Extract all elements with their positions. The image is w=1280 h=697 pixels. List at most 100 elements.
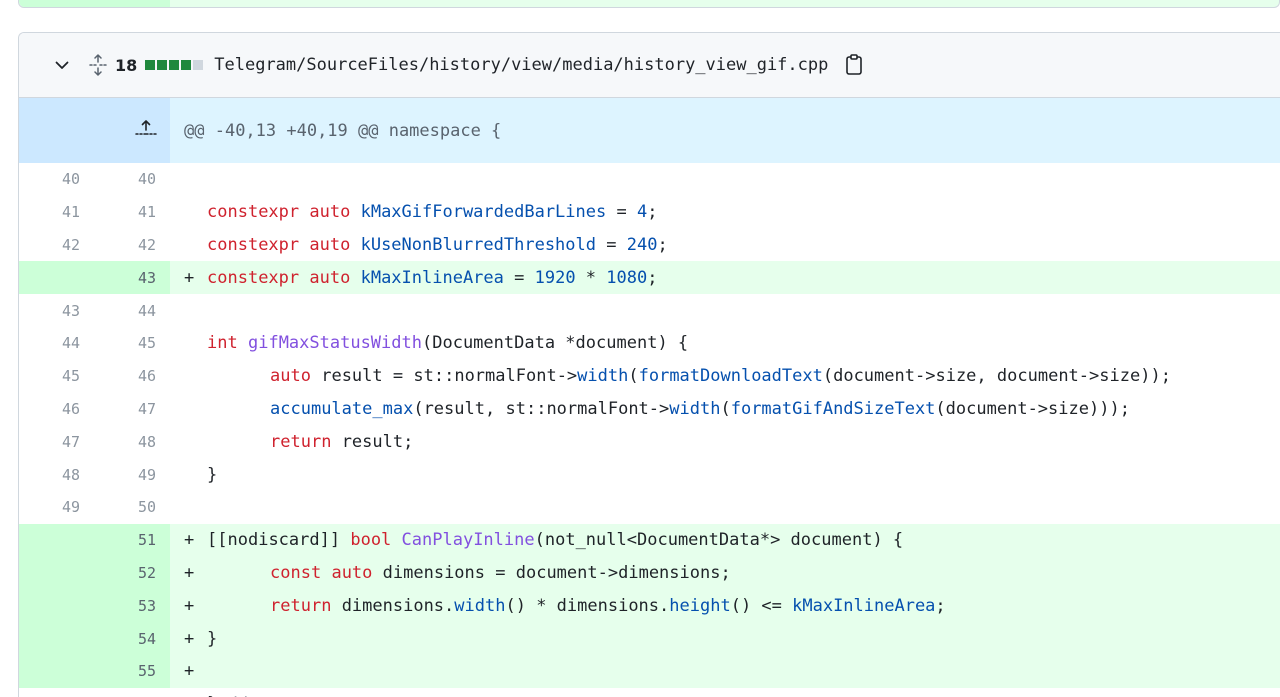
code-text: const auto dimensions = document->dimens… bbox=[270, 562, 731, 583]
new-line-number[interactable]: 52 bbox=[94, 556, 171, 590]
copy-icon[interactable] bbox=[842, 53, 866, 77]
context-line-row: 48 49} bbox=[19, 458, 1280, 491]
diff-marker: + bbox=[184, 267, 195, 288]
file-header: 18 Telegram/SourceFiles/history/view/med… bbox=[19, 33, 1280, 98]
old-line-number[interactable] bbox=[19, 589, 94, 623]
diffstat-block bbox=[193, 60, 204, 70]
diff-marker: + bbox=[184, 628, 195, 649]
code-line: } // namespace bbox=[170, 688, 1280, 697]
context-line-row: 44 45 int gifMaxStatusWidth(DocumentData *… bbox=[19, 327, 1280, 360]
code-line: + constexpr auto kMaxInlineArea = 1920 * … bbox=[170, 261, 1280, 295]
new-line-number[interactable]: 50 bbox=[94, 491, 170, 524]
diffstat-count: 18 bbox=[115, 55, 138, 75]
code-text: [[nodiscard]] bool CanPlayInline(not_nul… bbox=[207, 530, 904, 551]
code-text: int gifMaxStatusWidth(DocumentData *docu… bbox=[207, 333, 689, 354]
old-line-number[interactable] bbox=[19, 622, 94, 655]
added-line-row: 53 + return dimensions.width() * dimension… bbox=[19, 589, 1280, 623]
added-line-row: 55 + bbox=[19, 654, 1280, 688]
old-line-number[interactable]: 40 bbox=[19, 163, 94, 196]
context-line-row: 43 44 bbox=[19, 294, 1280, 327]
new-line-number[interactable]: 47 bbox=[94, 393, 170, 426]
new-line-number[interactable]: 43 bbox=[94, 261, 171, 295]
diff-marker: + bbox=[184, 530, 195, 551]
diffstat-block bbox=[145, 60, 156, 70]
added-line-row: 51 + [[nodiscard]] bool CanPlayInline(not_… bbox=[19, 523, 1280, 557]
code-text: return dimensions.width() * dimensions.h… bbox=[270, 595, 946, 616]
new-line-number[interactable]: 46 bbox=[94, 360, 170, 393]
old-line-number[interactable]: 45 bbox=[19, 360, 94, 393]
added-line-row: 54 +} bbox=[19, 622, 1280, 655]
code-line: return result; bbox=[170, 425, 1280, 458]
code-line bbox=[170, 294, 1280, 327]
expand-up-icon[interactable] bbox=[134, 118, 158, 138]
new-line-number[interactable]: 41 bbox=[94, 196, 170, 229]
new-line-number[interactable]: 48 bbox=[94, 425, 170, 458]
unfold-icon[interactable] bbox=[85, 52, 111, 78]
code-text: return result; bbox=[270, 431, 414, 452]
new-line-number[interactable]: 51 bbox=[94, 523, 171, 557]
old-line-number[interactable]: 49 bbox=[19, 491, 94, 524]
diffstat-block bbox=[157, 60, 168, 70]
old-line-number[interactable]: 44 bbox=[19, 327, 94, 360]
code-line bbox=[170, 491, 1280, 524]
code-line: } bbox=[170, 458, 1280, 491]
new-line-number[interactable]: 56 bbox=[94, 688, 170, 697]
expand-up-button[interactable] bbox=[19, 98, 171, 163]
file-path[interactable]: Telegram/SourceFiles/history/view/media/… bbox=[214, 55, 828, 75]
code-text: constexpr auto kMaxGifForwardedBarLines … bbox=[207, 202, 658, 223]
code-line: +} bbox=[170, 622, 1280, 655]
diff-marker: + bbox=[184, 562, 195, 583]
new-line-number[interactable]: 54 bbox=[94, 622, 171, 655]
new-line-number[interactable]: 53 bbox=[94, 589, 171, 623]
diffstat-blocks bbox=[145, 60, 204, 70]
old-line-number[interactable]: 41 bbox=[19, 196, 94, 229]
added-line-row: 43 + constexpr auto kMaxInlineArea = 1920 … bbox=[19, 261, 1280, 295]
old-line-number[interactable]: 42 bbox=[19, 229, 94, 262]
code-line: accumulate_max(result, st::normalFont->w… bbox=[170, 393, 1280, 426]
old-line-number[interactable] bbox=[19, 654, 94, 688]
diff-table: @@ -40,13 +40,19 @@ namespace { 40 40 41 41… bbox=[19, 98, 1280, 697]
old-line-number[interactable]: 46 bbox=[19, 393, 94, 426]
code-line: constexpr auto kMaxGifForwardedBarLines … bbox=[170, 196, 1280, 229]
diff-marker: + bbox=[184, 661, 195, 682]
code-line: + return dimensions.width() * dimensions.… bbox=[170, 589, 1280, 623]
old-line-number[interactable]: 48 bbox=[19, 458, 94, 491]
chevron-down-icon[interactable] bbox=[51, 54, 73, 76]
diffstat-block bbox=[169, 60, 180, 70]
old-line-number[interactable] bbox=[19, 523, 94, 557]
previous-file-bottom bbox=[18, 0, 1280, 8]
old-line-number[interactable]: 47 bbox=[19, 425, 94, 458]
code-text: accumulate_max(result, st::normalFont->w… bbox=[270, 398, 1130, 419]
code-text: constexpr auto kUseNonBlurredThreshold =… bbox=[207, 234, 668, 255]
code-text: } bbox=[207, 464, 218, 485]
previous-file-gutter bbox=[19, 0, 170, 7]
new-line-number[interactable]: 45 bbox=[94, 327, 170, 360]
code-line: + const auto dimensions = document->dimen… bbox=[170, 556, 1280, 590]
diff-marker: + bbox=[184, 595, 195, 616]
hunk-header-row: @@ -40,13 +40,19 @@ namespace { bbox=[19, 98, 1280, 163]
new-line-number[interactable]: 40 bbox=[94, 163, 170, 196]
new-line-number[interactable]: 49 bbox=[94, 458, 170, 491]
old-line-number[interactable] bbox=[19, 556, 94, 590]
context-line-row: 41 41 constexpr auto kMaxGifForwardedBarLi… bbox=[19, 196, 1280, 229]
code-line: + bbox=[170, 654, 1280, 688]
code-line: + [[nodiscard]] bool CanPlayInline(not_nu… bbox=[170, 523, 1280, 557]
code-text: constexpr auto kMaxInlineArea = 1920 * 1… bbox=[207, 267, 658, 288]
old-line-number[interactable] bbox=[19, 261, 94, 295]
new-line-number[interactable]: 42 bbox=[94, 229, 170, 262]
code-line bbox=[170, 163, 1280, 196]
new-line-number[interactable]: 44 bbox=[94, 294, 170, 327]
context-line-row: 42 42 constexpr auto kUseNonBlurredThresho… bbox=[19, 229, 1280, 262]
old-line-number[interactable]: 50 bbox=[19, 688, 94, 697]
code-text: auto result = st::normalFont->width(form… bbox=[270, 366, 1171, 387]
old-line-number[interactable]: 43 bbox=[19, 294, 94, 327]
hunk-header: @@ -40,13 +40,19 @@ namespace { bbox=[170, 98, 1280, 163]
context-line-row: 46 47 accumulate_max(result, st::normalFon… bbox=[19, 393, 1280, 426]
diffstat-block bbox=[181, 60, 192, 70]
context-line-row: 49 50 bbox=[19, 491, 1280, 524]
diff-file: 18 Telegram/SourceFiles/history/view/med… bbox=[18, 32, 1280, 697]
context-line-row: 5056} // namespace bbox=[19, 688, 1280, 697]
code-line: int gifMaxStatusWidth(DocumentData *docu… bbox=[170, 327, 1280, 360]
new-line-number[interactable]: 55 bbox=[94, 654, 171, 688]
code-line: constexpr auto kUseNonBlurredThreshold =… bbox=[170, 229, 1280, 262]
